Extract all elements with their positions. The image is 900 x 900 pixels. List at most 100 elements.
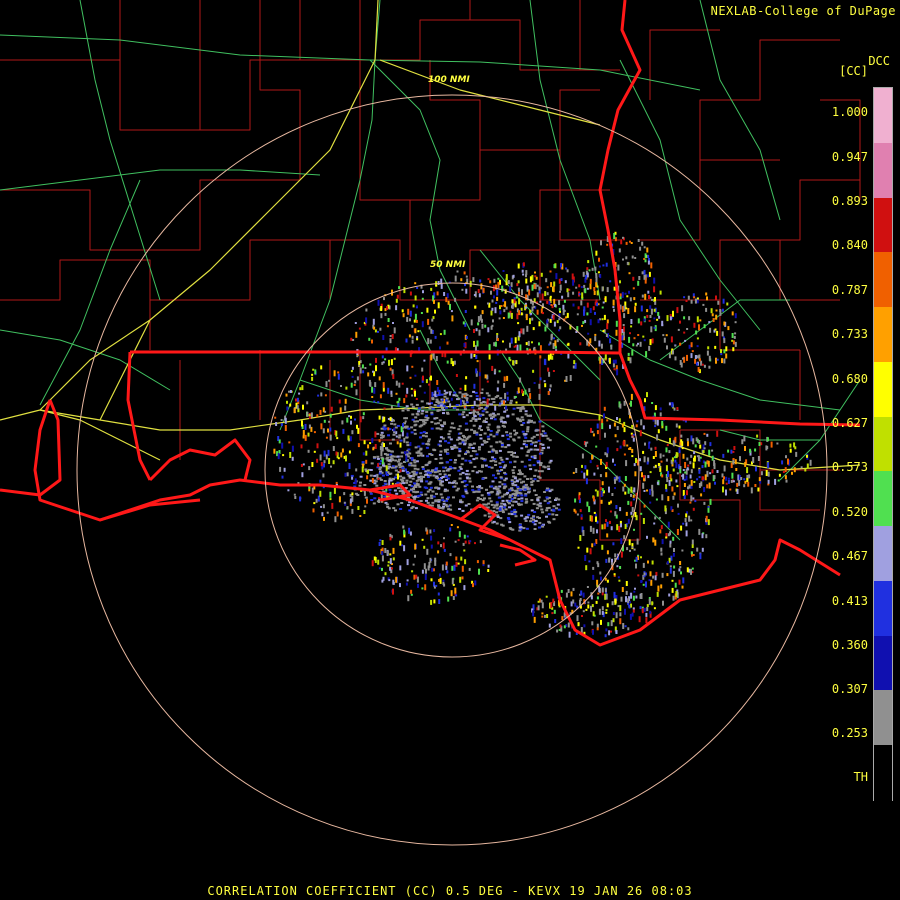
radar-echo-pixel <box>389 338 392 344</box>
radar-echo-pixel <box>661 494 664 501</box>
radar-echo-pixel <box>495 504 499 507</box>
radar-echo-pixel <box>586 586 589 588</box>
radar-echo-pixel <box>403 545 406 552</box>
radar-echo-pixel <box>554 303 556 307</box>
radar-echo-pixel <box>503 410 507 413</box>
radar-echo-pixel <box>379 327 382 331</box>
radar-echo-pixel <box>703 447 706 450</box>
radar-echo-pixel <box>725 346 728 352</box>
radar-echo-pixel <box>446 411 449 414</box>
radar-echo-pixel <box>590 515 593 522</box>
radar-echo-pixel <box>483 432 487 435</box>
radar-echo-pixel <box>487 569 490 572</box>
radar-echo-pixel <box>291 456 294 461</box>
radar-echo-pixel <box>517 436 521 439</box>
county-line <box>469 249 600 301</box>
radar-echo-pixel <box>425 487 429 490</box>
radar-echo-pixel <box>633 548 636 551</box>
radar-echo-pixel <box>494 405 497 411</box>
radar-echo-pixel <box>698 476 701 479</box>
radar-echo-pixel <box>509 461 512 464</box>
radar-echo-pixel <box>434 309 436 314</box>
radar-echo-pixel <box>619 618 622 625</box>
radar-echo-pixel <box>673 492 676 496</box>
radar-echo-pixel <box>420 424 424 427</box>
radar-echo-pixel <box>454 297 457 302</box>
radar-echo-pixel <box>406 444 410 447</box>
radar-echo-pixel <box>693 455 696 462</box>
radar-echo-pixel <box>406 559 409 566</box>
radar-echo-pixel <box>648 295 650 299</box>
radar-echo-pixel <box>293 493 296 496</box>
radar-echo-pixel <box>474 305 477 309</box>
radar-echo-pixel <box>393 327 396 334</box>
radar-echo-pixel <box>526 516 530 519</box>
radar-echo-pixel <box>637 318 640 324</box>
radar-echo-pixel <box>389 553 392 556</box>
radar-echo-pixel <box>490 403 493 406</box>
radar-echo-pixel <box>619 605 622 612</box>
state-border-line <box>0 399 62 497</box>
radar-echo-pixel <box>627 487 630 494</box>
radar-echo-pixel <box>579 599 581 606</box>
radar-echo-pixel <box>393 489 397 492</box>
radar-echo-pixel <box>380 313 383 319</box>
radar-echo-pixel <box>283 467 286 472</box>
radar-echo-pixel <box>433 299 435 304</box>
radar-echo-pixel <box>708 449 711 456</box>
radar-echo-pixel <box>706 296 708 301</box>
radar-echo-pixel <box>616 426 619 430</box>
radar-echo-pixel <box>522 273 525 276</box>
radar-echo-pixel <box>494 485 498 488</box>
radar-echo-pixel <box>491 299 494 303</box>
radar-echo-pixel <box>322 473 325 478</box>
radar-echo-pixel <box>504 464 507 467</box>
radar-echo-pixel <box>533 489 536 492</box>
radar-echo-pixel <box>465 336 468 339</box>
radar-echo-pixel <box>573 508 576 512</box>
radar-echo-pixel <box>647 260 650 265</box>
radar-echo-pixel <box>323 450 326 457</box>
radar-echo-pixel <box>503 503 506 506</box>
radar-echo-pixel <box>430 354 433 361</box>
radar-echo-pixel <box>473 329 475 333</box>
radar-echo-pixel <box>443 583 446 587</box>
radar-echo-pixel <box>420 412 424 415</box>
radar-echo-pixel <box>639 430 642 437</box>
radar-echo-pixel <box>477 322 480 326</box>
radar-echo-pixel <box>295 398 297 402</box>
radar-echo-pixel <box>556 503 560 506</box>
radar-echo-pixel <box>577 306 580 310</box>
radar-echo-pixel <box>604 588 607 593</box>
radar-echo-pixel <box>747 481 750 487</box>
radar-echo-pixel <box>525 278 528 284</box>
radar-echo-pixel <box>456 408 459 411</box>
radar-echo-pixel <box>510 510 514 513</box>
radar-echo-pixel <box>630 393 633 400</box>
radar-echo-pixel <box>461 565 464 572</box>
radar-echo-pixel <box>415 479 419 482</box>
radar-echo-pixel <box>679 468 682 474</box>
radar-echo-pixel <box>387 318 390 322</box>
radar-echo-pixel <box>633 590 636 593</box>
radar-echo-pixel <box>432 495 436 498</box>
radar-echo-pixel <box>421 406 425 409</box>
radar-echo-pixel <box>474 542 476 545</box>
radar-echo-pixel <box>550 602 553 608</box>
radar-echo-pixel <box>460 399 462 406</box>
radar-echo-pixel <box>423 563 426 570</box>
range-ring-100 <box>76 94 828 846</box>
radar-echo-pixel <box>457 539 460 542</box>
radar-echo-pixel <box>452 426 456 429</box>
radar-echo-pixel <box>599 357 602 364</box>
radar-echo-pixel <box>500 502 504 505</box>
radar-echo-pixel <box>462 411 466 414</box>
radar-echo-pixel <box>437 550 440 554</box>
radar-echo-pixel <box>524 494 528 497</box>
radar-echo-pixel <box>708 321 711 324</box>
radar-echo-pixel <box>688 484 691 489</box>
radar-echo-pixel <box>495 522 499 525</box>
radar-echo-pixel <box>512 360 515 366</box>
radar-echo-pixel <box>449 403 452 408</box>
radar-echo-pixel <box>530 499 534 502</box>
